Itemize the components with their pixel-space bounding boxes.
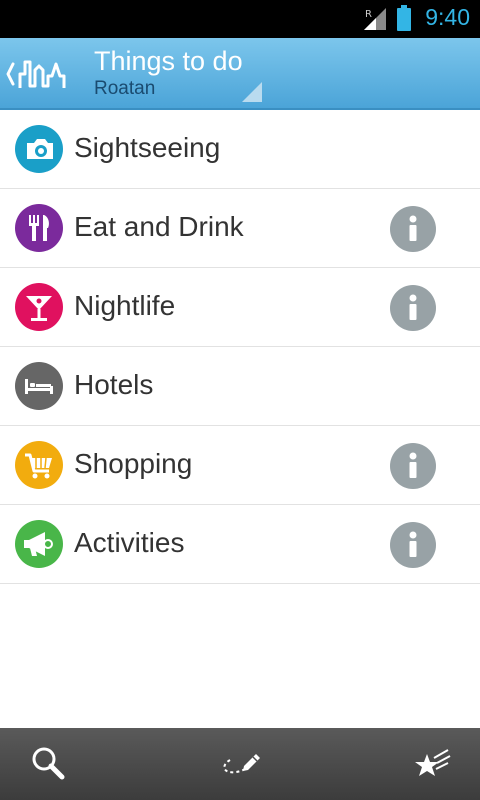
- bottom-toolbar: [0, 728, 480, 800]
- signal-icon: R: [364, 8, 386, 30]
- list-item-label: Sightseeing: [74, 132, 221, 163]
- list-item-label: Hotels: [74, 369, 154, 400]
- location-subtitle: Roatan: [94, 78, 156, 99]
- list-item-label: Activities: [74, 527, 185, 558]
- list-item-label: Eat and Drink: [74, 211, 244, 242]
- dropdown-corner-icon[interactable]: [242, 82, 262, 102]
- list-item-label: Shopping: [74, 448, 193, 479]
- roaming-indicator: R: [365, 9, 372, 20]
- battery-icon: [397, 5, 411, 31]
- info-icon[interactable]: [390, 285, 436, 331]
- status-bar: R 9:40: [0, 0, 480, 38]
- shopping-cart-icon: [15, 441, 63, 489]
- bed-icon: [15, 362, 63, 410]
- megaphone-icon: [15, 520, 63, 568]
- action-bar: Things to do Roatan: [0, 38, 480, 110]
- clock: 9:40: [425, 4, 470, 30]
- shooting-star-icon: [415, 749, 451, 776]
- list-item-shopping[interactable]: Shopping: [0, 426, 480, 505]
- info-icon[interactable]: [390, 443, 436, 489]
- home-button[interactable]: [0, 38, 80, 110]
- favorites-button[interactable]: [392, 728, 472, 800]
- title-block[interactable]: Things to do Roatan: [94, 44, 264, 106]
- search-icon: [32, 747, 65, 780]
- info-icon[interactable]: [390, 206, 436, 252]
- list-item-nightlife[interactable]: Nightlife: [0, 268, 480, 347]
- search-button[interactable]: [8, 728, 88, 800]
- camera-icon: [15, 125, 63, 173]
- page-title: Things to do: [94, 46, 243, 76]
- route-pencil-icon: [223, 754, 260, 774]
- list-item-activities[interactable]: Activities: [0, 505, 480, 584]
- category-list: Sightseeing Eat and Drink Nightlife Hote…: [0, 110, 480, 584]
- list-item-hotels[interactable]: Hotels: [0, 347, 480, 426]
- fork-knife-icon: [15, 204, 63, 252]
- list-item-eat-and-drink[interactable]: Eat and Drink: [0, 189, 480, 268]
- cocktail-glass-icon: [15, 283, 63, 331]
- route-button[interactable]: [200, 728, 280, 800]
- list-item-sightseeing[interactable]: Sightseeing: [0, 110, 480, 189]
- info-icon[interactable]: [390, 522, 436, 568]
- city-skyline-icon: [6, 60, 66, 88]
- list-item-label: Nightlife: [74, 290, 176, 321]
